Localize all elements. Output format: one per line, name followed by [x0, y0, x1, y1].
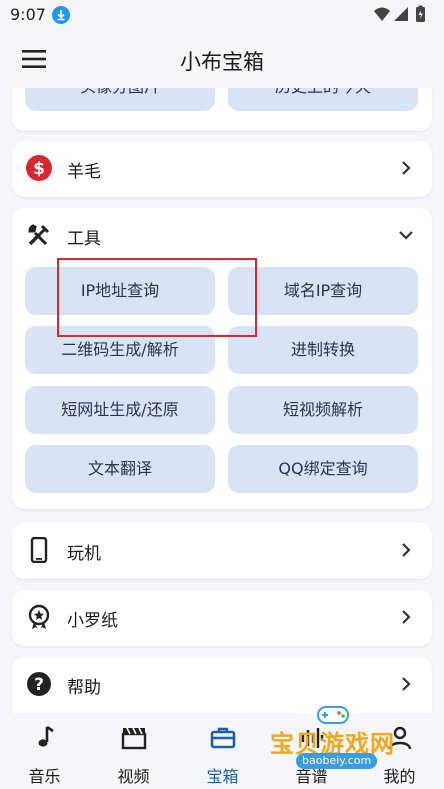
- highlight-box: [57, 258, 257, 337]
- tool-chip-history-today[interactable]: 历史上的今天: [228, 88, 418, 111]
- clapperboard-icon: [121, 725, 147, 751]
- chevron-right-icon: [398, 542, 414, 558]
- tool-chip-qq-bind[interactable]: QQ绑定查询: [228, 445, 418, 493]
- download-icon: [52, 6, 70, 24]
- chevron-right-icon: [398, 160, 414, 176]
- tool-chip-translate[interactable]: 文本翻译: [25, 445, 215, 493]
- app-bar: 小布宝箱: [0, 30, 444, 88]
- music-note-icon: [32, 725, 58, 751]
- nav-label: 音乐: [28, 767, 61, 786]
- watermark-url: baobeiy.com: [296, 753, 378, 769]
- svg-text:$: $: [33, 159, 45, 179]
- nav-item-toolbox[interactable]: 宝箱: [178, 713, 267, 789]
- nav-label: 视频: [117, 767, 150, 786]
- status-time: 9:07: [10, 5, 46, 24]
- wifi-icon: [374, 7, 390, 21]
- section-wanji[interactable]: 玩机: [12, 523, 432, 579]
- nav-item-music[interactable]: 音乐: [0, 713, 89, 789]
- section-tools: 工具 IP地址查询 域名IP查询 二维码生成/解析 进制转换 短网址生成/还原 …: [12, 208, 432, 509]
- section-label: 玩机: [67, 544, 101, 564]
- section-header-tools[interactable]: 工具: [12, 208, 432, 264]
- section-header-xiaoluozhi[interactable]: 小罗纸: [12, 590, 432, 646]
- section-label: 羊毛: [67, 162, 101, 182]
- tool-chip-video-parse[interactable]: 短视频解析: [228, 386, 418, 434]
- tools-icon: [26, 222, 52, 248]
- svg-text:?: ?: [34, 675, 44, 695]
- tool-chip-short-url[interactable]: 短网址生成/还原: [25, 386, 215, 434]
- status-icons: [372, 5, 432, 25]
- signal-icon: [394, 7, 408, 21]
- chevron-right-icon: [398, 676, 414, 692]
- watermark: 宝贝游戏网 baobeiy.com: [268, 702, 418, 772]
- chevron-down-icon: [398, 227, 414, 243]
- section-xiaoluozhi[interactable]: 小罗纸: [12, 590, 432, 646]
- nav-label: 宝箱: [206, 767, 239, 786]
- section-label: 工具: [67, 229, 101, 249]
- chevron-right-icon: [398, 609, 414, 625]
- section-label: 小罗纸: [67, 611, 118, 631]
- section-header-yangmao[interactable]: $ 羊毛: [12, 141, 432, 197]
- nav-item-video[interactable]: 视频: [89, 713, 178, 789]
- status-bar: 9:07: [0, 0, 444, 30]
- page-title: 小布宝箱: [180, 50, 264, 74]
- section-header-wanji[interactable]: 玩机: [12, 523, 432, 579]
- briefcase-icon: [210, 725, 236, 751]
- partial-section-card: 头像分图片 历史上的今天: [12, 88, 432, 131]
- help-icon: ?: [26, 671, 52, 697]
- dollar-icon: $: [26, 155, 52, 181]
- badge-icon: [26, 604, 52, 630]
- section-label: 帮助: [67, 678, 101, 698]
- tool-chip-avatar-split[interactable]: 头像分图片: [25, 88, 215, 111]
- phone-icon: [26, 536, 52, 564]
- section-yangmao[interactable]: $ 羊毛: [12, 141, 432, 197]
